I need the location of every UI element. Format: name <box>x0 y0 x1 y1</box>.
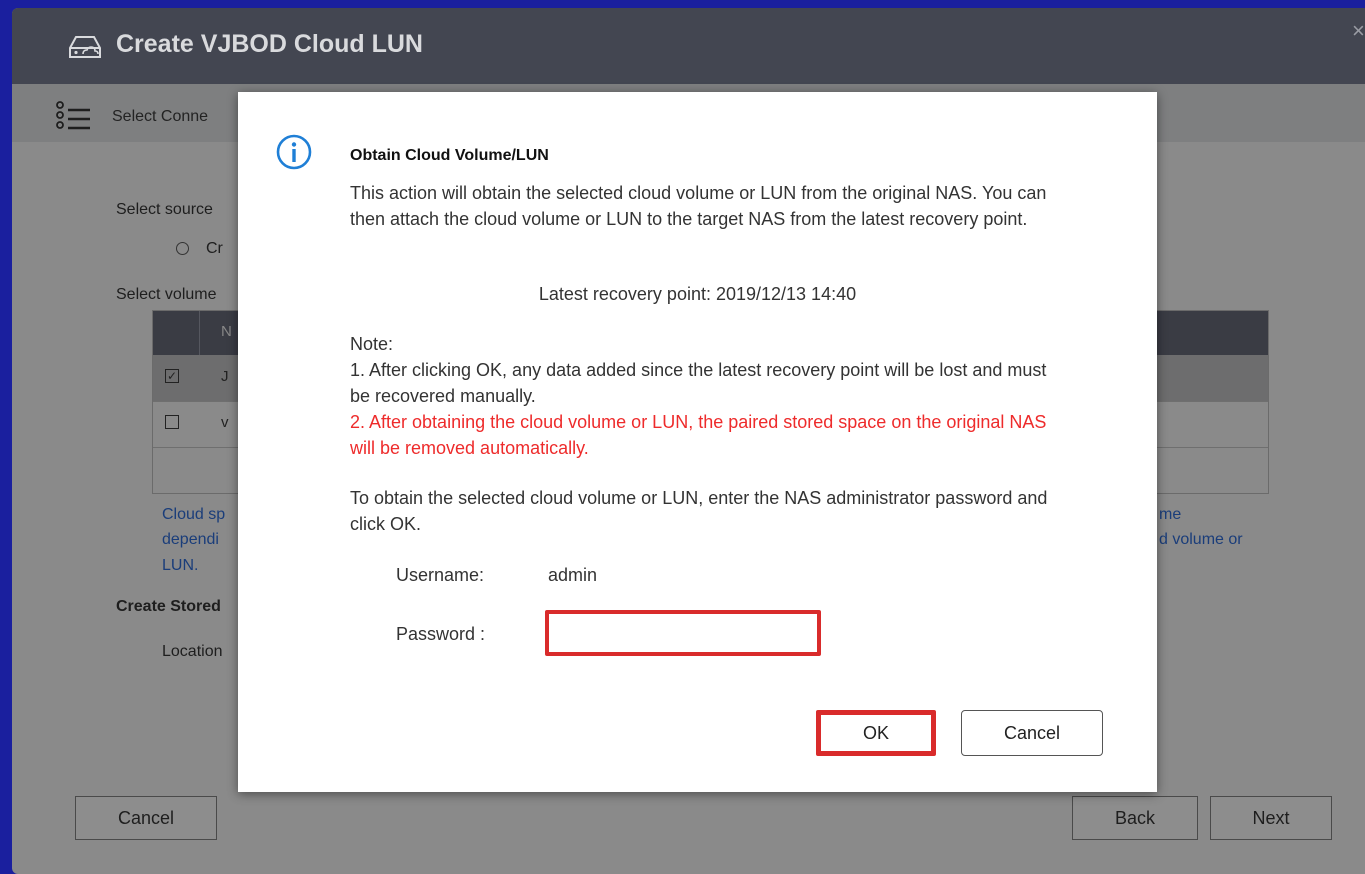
note-item-2-warning: 2. After obtaining the cloud volume or L… <box>350 412 1047 458</box>
create-stored-label: Create Stored <box>116 598 221 615</box>
username-label: Username: <box>396 565 485 585</box>
info-line-2: dependi <box>162 531 219 548</box>
header-col-name: N <box>221 323 232 340</box>
title-bar: Create VJBOD Cloud LUN × <box>12 8 1365 84</box>
dialog-title: Obtain Cloud Volume/LUN <box>350 147 549 164</box>
cloud-drive-icon <box>69 36 101 58</box>
window-title: Create VJBOD Cloud LUN <box>116 30 423 58</box>
row-checkbox[interactable] <box>165 415 179 429</box>
row-name: J <box>221 368 229 385</box>
info-right-1: me <box>1159 506 1182 523</box>
dialog-cancel-button[interactable]: Cancel <box>961 710 1103 756</box>
header-divider <box>199 311 200 355</box>
next-button[interactable]: Next <box>1210 796 1332 840</box>
row-name: v <box>221 414 229 431</box>
password-input[interactable] <box>545 610 821 656</box>
radio-label: Cr <box>206 240 223 257</box>
info-line-1: Cloud sp <box>162 506 226 523</box>
note-label: Note: <box>350 334 394 354</box>
username-value: admin <box>548 565 598 585</box>
list-icon <box>56 101 90 130</box>
password-label: Password : <box>396 624 486 644</box>
info-line-3: LUN. <box>162 557 199 574</box>
step-label: Select Conne <box>112 108 209 125</box>
back-button[interactable]: Back <box>1072 796 1198 840</box>
dialog-description: This action will obtain the selected clo… <box>350 183 1047 229</box>
note-block: Note: 1. After clicking OK, any data add… <box>350 331 1070 461</box>
obtain-cloud-dialog: Obtain Cloud Volume/LUN This action will… <box>238 92 1157 792</box>
ok-button[interactable]: OK <box>816 710 936 756</box>
source-radio[interactable] <box>176 242 189 255</box>
close-icon[interactable]: × <box>1352 18 1365 44</box>
password-instruction: To obtain the selected cloud volume or L… <box>350 488 1048 534</box>
wizard-cancel-button[interactable]: Cancel <box>75 796 217 840</box>
row-checkbox-checked[interactable]: ✓ <box>165 369 179 383</box>
info-right-2: d volume or <box>1159 531 1243 548</box>
note-item-1: 1. After clicking OK, any data added sin… <box>350 360 1047 406</box>
location-label: Location <box>162 643 223 660</box>
select-volume-label: Select volume <box>116 286 217 303</box>
info-icon <box>276 134 312 170</box>
select-source-label: Select source <box>116 201 213 218</box>
recovery-point: Latest recovery point: 2019/12/13 14:40 <box>538 284 857 304</box>
